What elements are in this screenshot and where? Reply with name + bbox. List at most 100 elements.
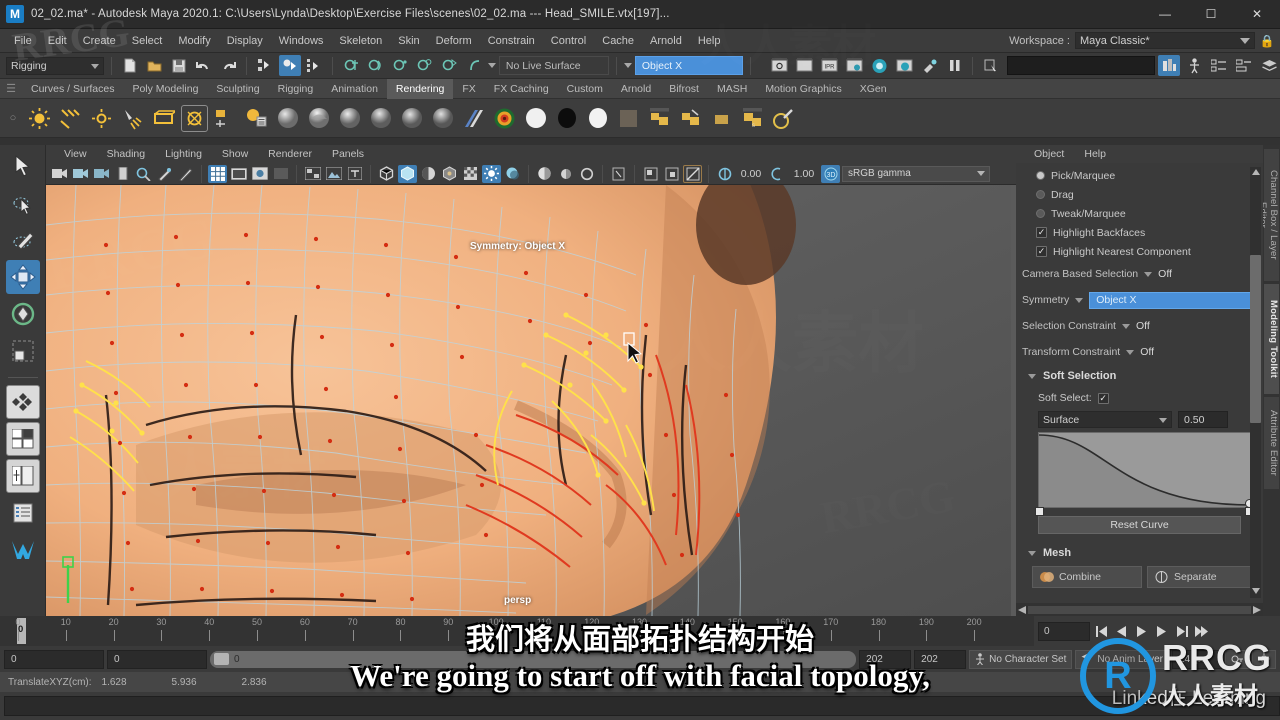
show-batch-render-icon[interactable] <box>708 105 735 132</box>
workspace-dropdown[interactable]: Maya Classic* <box>1075 32 1255 49</box>
smooth-shading-icon[interactable] <box>398 164 417 183</box>
toon-shader-icon[interactable] <box>770 105 797 132</box>
directional-light-icon[interactable] <box>57 105 84 132</box>
toggle-attribute-editor-icon[interactable] <box>1208 55 1230 76</box>
menu-help[interactable]: Help <box>690 29 729 53</box>
toolkit-hscrollbar[interactable] <box>1016 603 1263 616</box>
mesh-separate-button[interactable]: Separate <box>1147 566 1257 588</box>
ipr-render-icon[interactable]: IPR <box>818 55 840 76</box>
falloff-mode-dropdown[interactable]: Surface <box>1038 411 1172 428</box>
move-tool-icon[interactable] <box>5 260 40 294</box>
menu-skeleton[interactable]: Skeleton <box>331 29 390 53</box>
mesh-section-header[interactable]: Mesh <box>1022 542 1257 564</box>
shelf-tab-fx[interactable]: FX <box>453 79 484 99</box>
shelf-tab-custom[interactable]: Custom <box>558 79 612 99</box>
soft-select-row[interactable]: Soft Select: ✓ <box>1022 387 1257 409</box>
menu-arnold[interactable]: Arnold <box>642 29 690 53</box>
menu-control[interactable]: Control <box>543 29 594 53</box>
select-by-object-type-icon[interactable] <box>279 55 301 76</box>
scrollbar-thumb[interactable] <box>1250 255 1261 423</box>
shelf-tab-animation[interactable]: Animation <box>322 79 387 99</box>
ramp-shader-icon[interactable] <box>460 105 487 132</box>
outliner-panel-icon[interactable] <box>6 496 40 530</box>
menu-select[interactable]: Select <box>124 29 171 53</box>
menu-edit[interactable]: Edit <box>40 29 75 53</box>
option-pick-marquee[interactable]: Pick/Marquee <box>1022 166 1257 185</box>
pause-icon[interactable] <box>943 55 965 76</box>
shelf-tab-xgen[interactable]: XGen <box>851 79 896 99</box>
bookmarks-icon[interactable] <box>92 165 111 183</box>
menu-display[interactable]: Display <box>219 29 271 53</box>
paint-selection-tool-icon[interactable] <box>6 223 40 257</box>
close-button[interactable]: ✕ <box>1234 0 1280 29</box>
four-view-layout-icon[interactable] <box>5 385 40 419</box>
snap-to-points-icon[interactable] <box>389 55 411 76</box>
tab-channel-box-layer-editor[interactable]: Channel Box / Layer Editor <box>1257 149 1279 281</box>
symmetry-row[interactable]: Symmetry Object X <box>1022 287 1257 313</box>
snap-to-grids-icon[interactable] <box>340 55 362 76</box>
new-scene-icon[interactable] <box>119 55 141 76</box>
snap-to-projected-center-icon[interactable] <box>414 55 436 76</box>
save-scene-icon[interactable] <box>169 55 191 76</box>
symmetry-status-field[interactable]: Object X <box>634 56 744 75</box>
viewport-menu-lighting[interactable]: Lighting <box>155 145 212 163</box>
menu-create[interactable]: Create <box>75 29 124 53</box>
falloff-curve-editor[interactable] <box>1035 432 1254 516</box>
select-by-hierarchy-icon[interactable] <box>254 55 276 76</box>
exposure-reset-icon[interactable] <box>715 165 734 183</box>
scroll-up-icon[interactable] <box>1250 167 1261 177</box>
viewport-menu-view[interactable]: View <box>54 145 97 163</box>
toggle-tool-settings-icon[interactable] <box>1233 55 1255 76</box>
tab-modeling-toolkit[interactable]: Modeling Toolkit <box>1264 284 1279 394</box>
volume-light-icon[interactable] <box>181 104 208 132</box>
lambert-material-icon[interactable] <box>274 105 301 132</box>
soft-selection-section-header[interactable]: Soft Selection <box>1022 365 1257 387</box>
shelf-options-icon[interactable]: ○ <box>4 99 22 138</box>
hud-text-icon[interactable] <box>345 165 364 183</box>
render-sequence-shelf-icon[interactable]: s <box>739 105 766 132</box>
select-camera-icon[interactable] <box>50 165 69 183</box>
viewport-menu-renderer[interactable]: Renderer <box>258 145 322 163</box>
render-sequence-icon[interactable] <box>793 55 815 76</box>
isolate-select-icon[interactable] <box>641 165 660 183</box>
reset-curve-button[interactable]: Reset Curve <box>1038 516 1241 534</box>
chevron-down-icon[interactable] <box>1144 271 1153 277</box>
anisotropic-material-icon[interactable] <box>398 105 425 132</box>
ambient-light-icon[interactable] <box>26 105 53 132</box>
exposure-value[interactable]: 0.00 <box>736 168 766 180</box>
character-set-button[interactable]: No Character Set <box>969 649 1073 669</box>
menu-deform[interactable]: Deform <box>428 29 480 53</box>
snap-to-view-planes-icon[interactable] <box>439 55 461 76</box>
anim-end-field[interactable]: 202 <box>914 649 967 669</box>
motion-blur-icon[interactable] <box>556 165 575 183</box>
option-drag[interactable]: Drag <box>1022 185 1257 204</box>
textured-icon[interactable] <box>440 165 459 183</box>
open-scene-icon[interactable] <box>144 55 166 76</box>
persp-outliner-layout-icon[interactable] <box>5 422 40 456</box>
texture-display-icon[interactable] <box>461 165 480 183</box>
range-bar-handle[interactable] <box>214 653 229 665</box>
spot-light-icon[interactable] <box>119 105 146 132</box>
symmetry-value-field[interactable]: Object X <box>1089 291 1257 309</box>
hypershade-icon[interactable] <box>868 55 890 76</box>
mesh-combine-button[interactable]: Combine <box>1032 566 1142 588</box>
menu-cache[interactable]: Cache <box>594 29 642 53</box>
redo-icon[interactable] <box>218 55 240 76</box>
cancel-batch-render-icon[interactable] <box>677 105 704 132</box>
phonge-material-icon[interactable] <box>367 105 394 132</box>
toolkit-menu-help[interactable]: Help <box>1074 145 1116 163</box>
option-highlight-backfaces[interactable]: ✓ Highlight Backfaces <box>1022 223 1257 242</box>
menu-constrain[interactable]: Constrain <box>480 29 543 53</box>
live-surface-field[interactable]: No Live Surface <box>498 56 609 75</box>
grease-pencil-icon[interactable] <box>155 165 174 183</box>
snap-to-curves-icon[interactable] <box>365 55 387 76</box>
scroll-down-icon[interactable] <box>1250 586 1261 596</box>
rotate-tool-icon[interactable] <box>6 297 40 331</box>
render-settings-icon[interactable] <box>843 55 865 76</box>
toolkit-scrollbar[interactable] <box>1250 167 1261 598</box>
render-settings-shelf-icon[interactable] <box>243 105 270 132</box>
shelf-tab-mash[interactable]: MASH <box>708 79 756 99</box>
image-plane-icon[interactable] <box>113 165 132 183</box>
menu-modify[interactable]: Modify <box>170 29 218 53</box>
make-live-icon[interactable] <box>463 55 485 76</box>
